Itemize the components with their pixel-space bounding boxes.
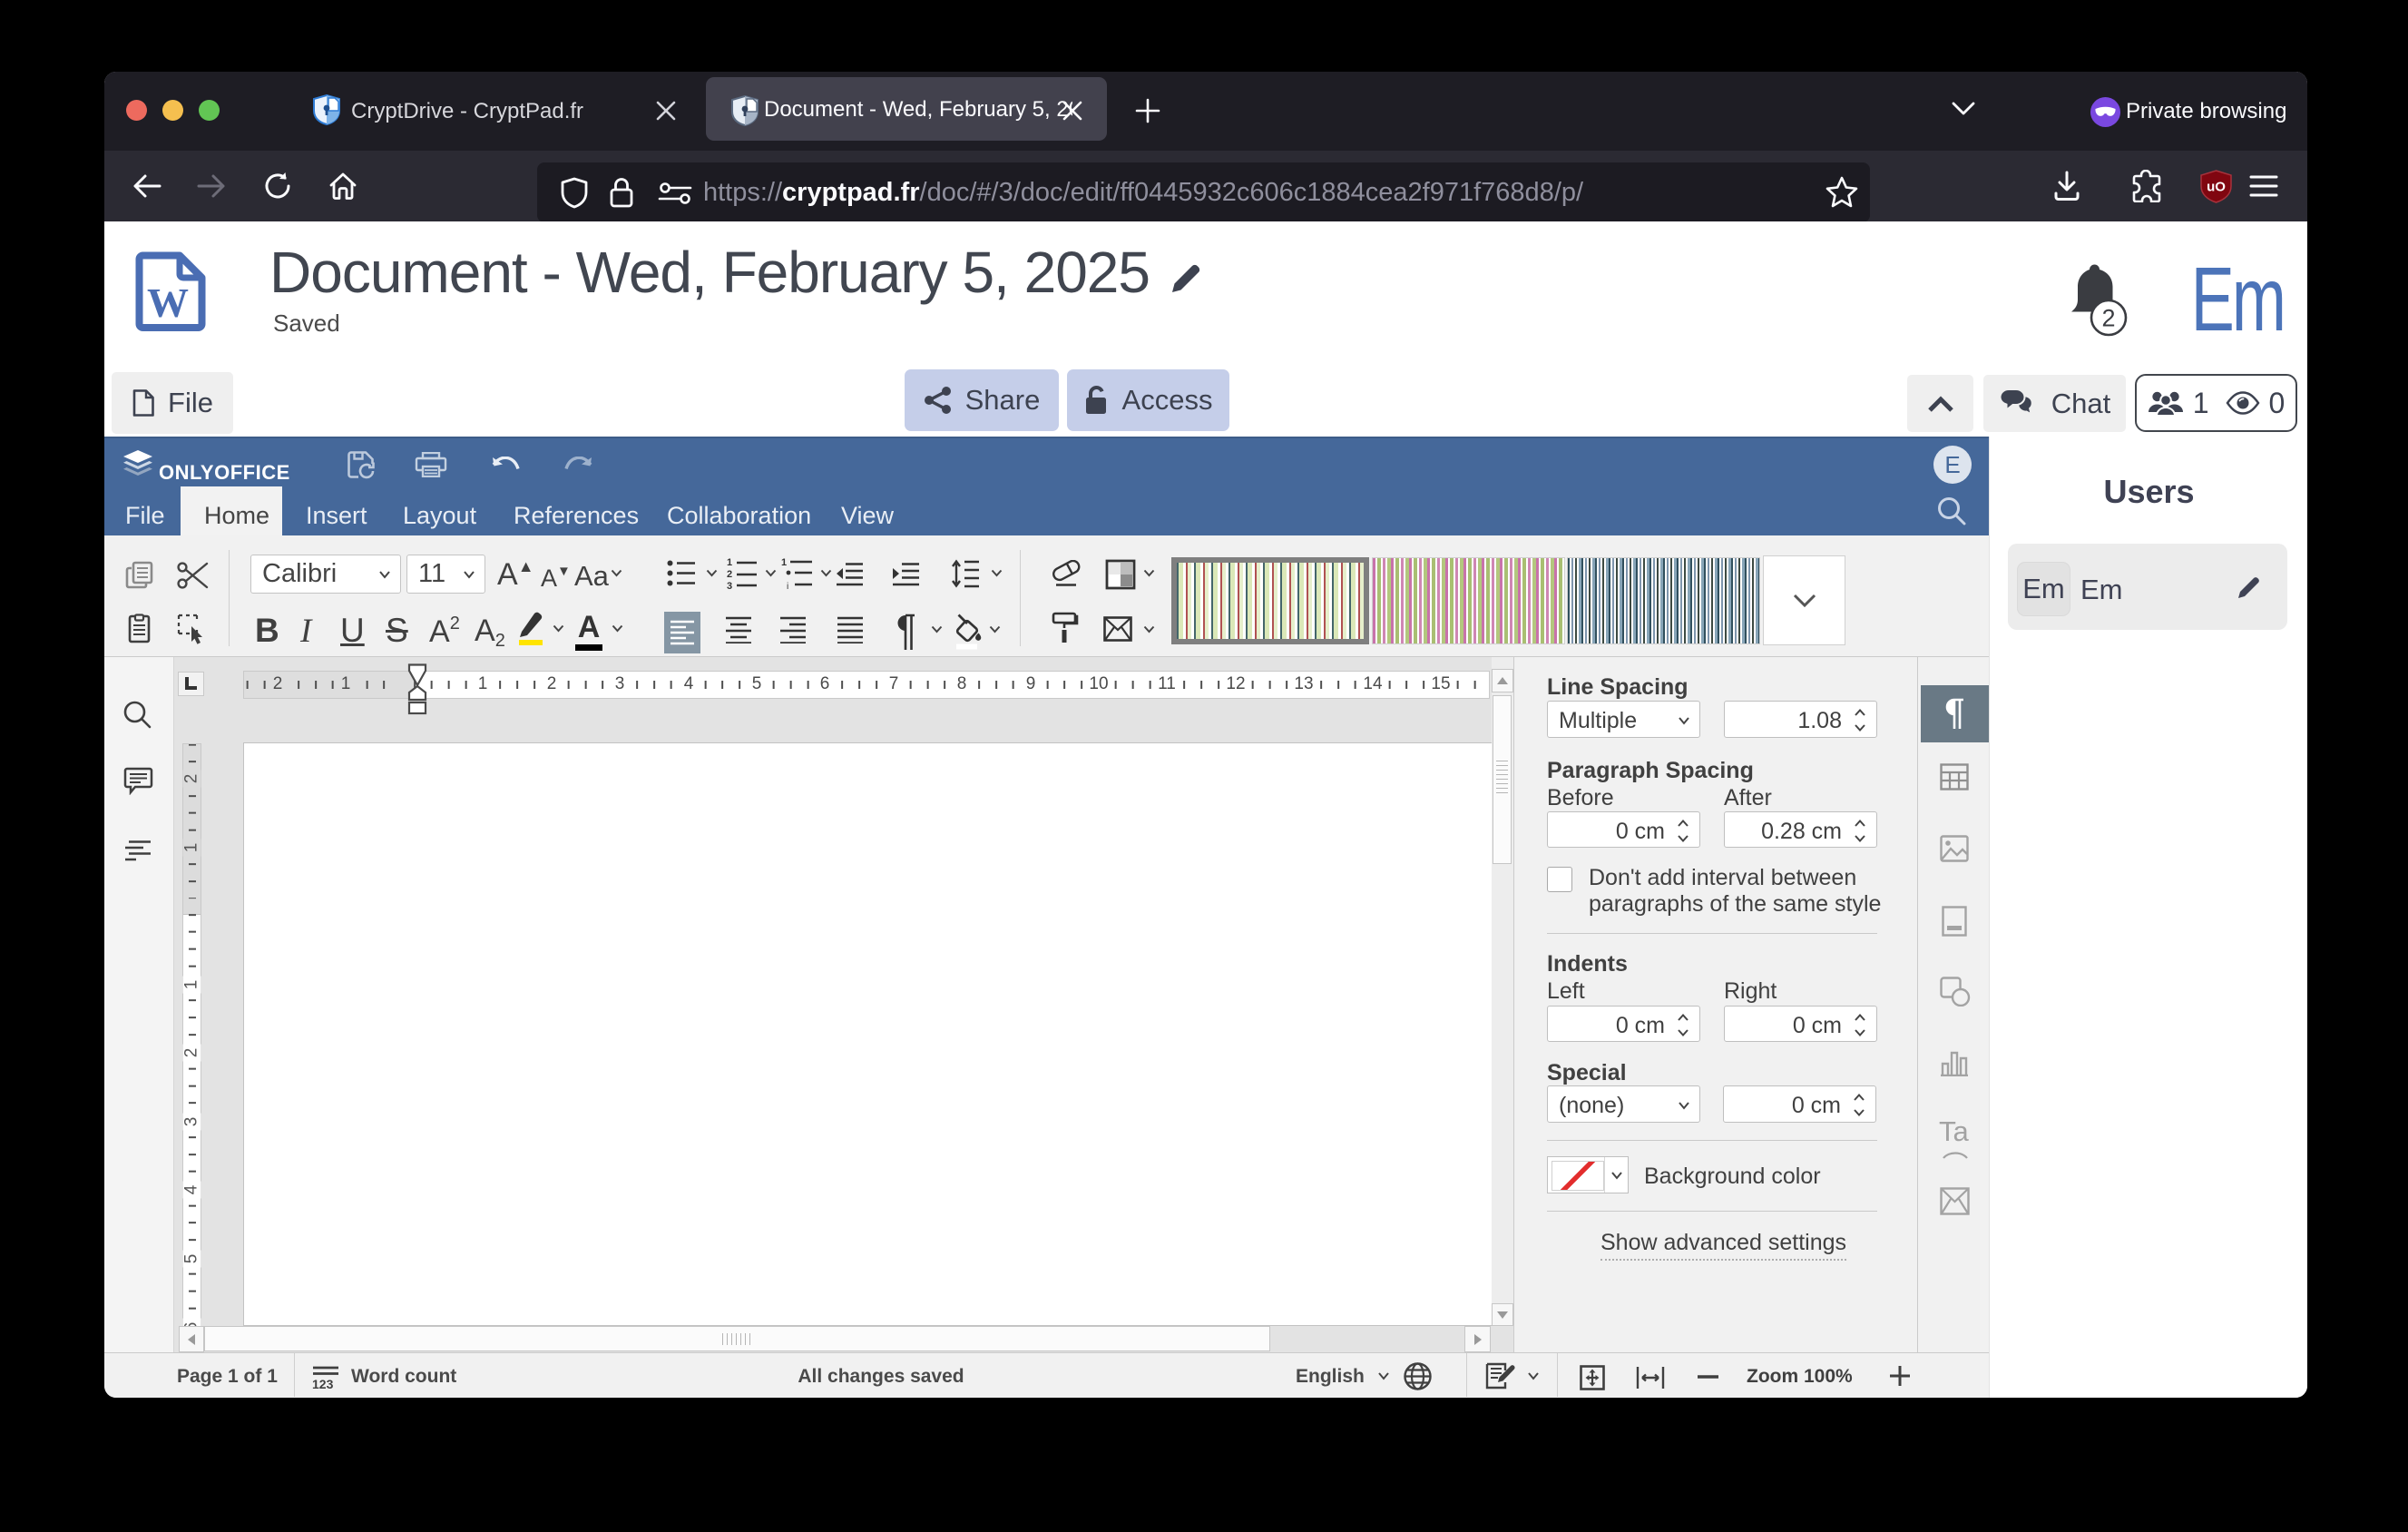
svg-text:2: 2 <box>2101 305 2115 332</box>
svg-text:2: 2 <box>727 569 732 580</box>
svg-text:1: 1 <box>781 557 787 568</box>
svg-text:i: i <box>787 582 788 590</box>
svg-text:uO: uO <box>2207 180 2226 195</box>
svg-text:W: W <box>147 280 189 326</box>
svg-text:3: 3 <box>727 581 732 590</box>
svg-text:1: 1 <box>727 557 732 568</box>
svg-text:123: 123 <box>312 1377 334 1390</box>
